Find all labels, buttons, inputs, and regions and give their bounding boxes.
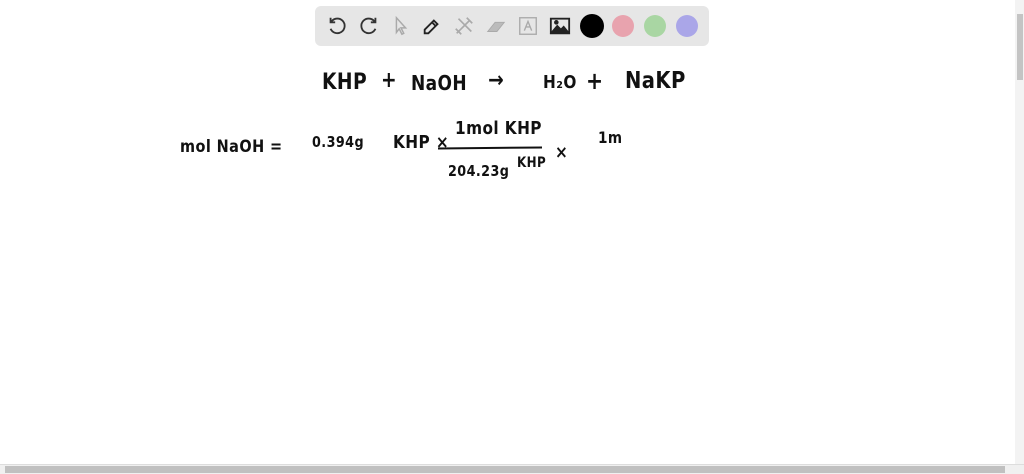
product-water: H₂O xyxy=(543,72,577,93)
text-icon xyxy=(518,17,537,35)
undo-button[interactable] xyxy=(323,12,351,40)
times-sign: × xyxy=(555,142,569,163)
plus-sign-2: + xyxy=(586,67,604,95)
image-icon xyxy=(549,17,570,35)
reactant-khp: KHP xyxy=(322,70,368,95)
color-pink[interactable] xyxy=(609,12,637,40)
reactant-naoh: NaOH xyxy=(411,71,468,95)
drawing-toolbar xyxy=(315,6,709,46)
pen-icon xyxy=(424,19,440,35)
fraction-numerator: 1mol KHP xyxy=(455,118,542,139)
select-icon xyxy=(395,15,407,36)
mass-unit: KHP × xyxy=(393,132,450,153)
text-button[interactable] xyxy=(514,12,542,40)
image-button[interactable] xyxy=(546,12,574,40)
partial-term: 1m xyxy=(598,128,623,147)
reaction-arrow: → xyxy=(488,68,505,93)
eraser-icon xyxy=(486,21,506,32)
swatch-purple xyxy=(676,15,699,37)
color-purple[interactable] xyxy=(673,12,701,40)
lhs-mol-naoh: mol NaOH = xyxy=(180,137,283,157)
color-green[interactable] xyxy=(641,12,669,40)
swatch-green xyxy=(644,15,667,37)
tools-icon xyxy=(455,17,474,35)
tools-button[interactable] xyxy=(450,12,478,40)
plus-sign: + xyxy=(381,68,398,93)
fraction-bar xyxy=(437,146,543,150)
eraser-button[interactable] xyxy=(482,12,510,40)
swatch-black xyxy=(579,14,604,38)
redo-button[interactable] xyxy=(355,12,383,40)
horizontal-scrollbar[interactable] xyxy=(0,464,1024,474)
mass-value: 0.394g xyxy=(312,133,365,151)
swatch-pink xyxy=(612,15,635,37)
vertical-scroll-thumb[interactable] xyxy=(1017,14,1023,80)
product-nakp: NaKP xyxy=(625,68,686,94)
vertical-scrollbar[interactable] xyxy=(1015,0,1024,465)
denominator-unit: KHP xyxy=(517,155,547,171)
horizontal-scroll-thumb[interactable] xyxy=(5,466,1005,473)
redo-icon xyxy=(360,17,377,35)
pen-button[interactable] xyxy=(418,12,446,40)
select-button[interactable] xyxy=(387,12,415,40)
undo-icon xyxy=(329,17,346,35)
fraction-denominator: 204.23g xyxy=(448,162,510,180)
color-black[interactable] xyxy=(578,12,606,40)
